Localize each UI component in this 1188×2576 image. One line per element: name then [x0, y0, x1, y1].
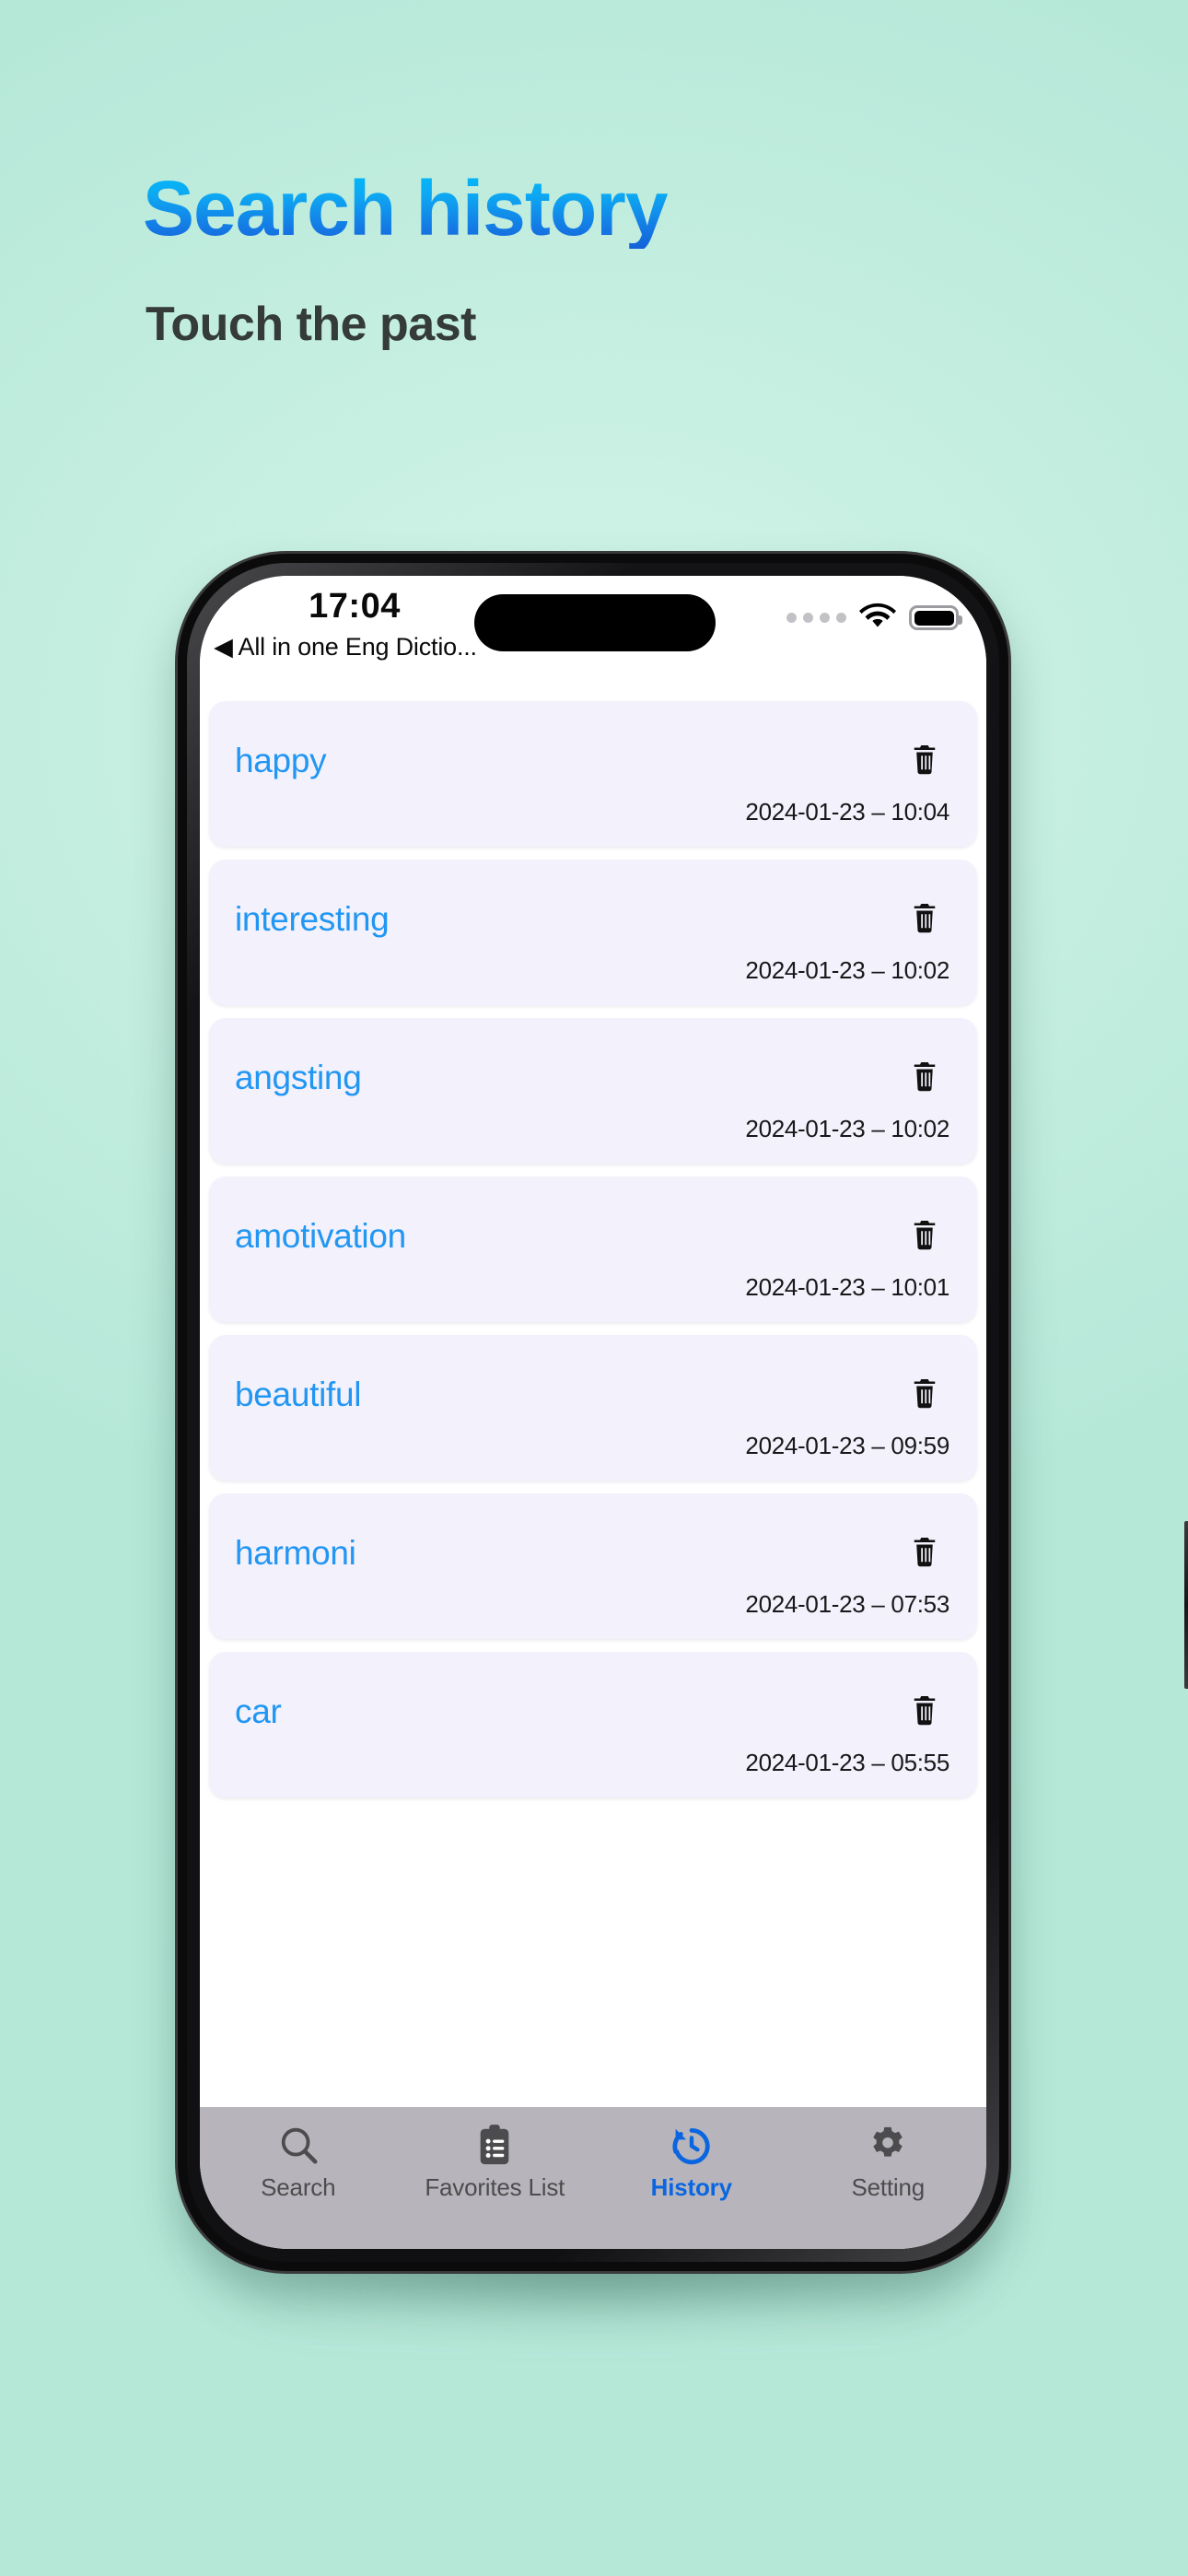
history-date: 2024-01-23 – 10:02 — [745, 1115, 949, 1142]
tab-favorites-list[interactable]: Favorites List — [397, 2124, 594, 2202]
dynamic-island — [474, 594, 716, 651]
trash-icon[interactable] — [909, 1692, 940, 1727]
wifi-icon — [859, 602, 896, 634]
page-subtitle: Touch the past — [146, 298, 476, 351]
trash-icon[interactable] — [909, 1534, 940, 1569]
history-date: 2024-01-23 – 10:01 — [745, 1273, 949, 1301]
history-date: 2024-01-23 – 10:02 — [745, 956, 949, 984]
history-list[interactable]: happy 2024-01-23 – 10:04 interesting 202… — [200, 697, 986, 2107]
power-button[interactable] — [1184, 1521, 1188, 1689]
signal-dots-icon — [786, 613, 846, 623]
history-word[interactable]: amotivation — [235, 1217, 406, 1256]
tab-search[interactable]: Search — [200, 2124, 397, 2202]
bottom-tab-bar: Search Favorites List History Setting — [200, 2107, 986, 2249]
phone-frame: 17:04 ◀ All in one Eng Dictio... happy 2… — [178, 554, 1188, 2271]
tab-history[interactable]: History — [593, 2124, 790, 2202]
trash-icon[interactable] — [909, 742, 940, 777]
history-item[interactable]: beautiful 2024-01-23 – 09:59 — [209, 1335, 977, 1481]
trash-icon[interactable] — [909, 1217, 940, 1252]
tab-setting[interactable]: Setting — [790, 2124, 987, 2202]
history-date: 2024-01-23 – 07:53 — [745, 1590, 949, 1618]
back-to-app-link[interactable]: ◀ All in one Eng Dictio... — [207, 633, 483, 662]
status-bar-indicators — [786, 602, 962, 634]
trash-icon[interactable] — [909, 1059, 940, 1094]
history-item[interactable]: amotivation 2024-01-23 – 10:01 — [209, 1177, 977, 1322]
history-word[interactable]: interesting — [235, 900, 390, 939]
tab-label: Search — [261, 2173, 336, 2201]
history-word[interactable]: happy — [235, 742, 327, 780]
history-item[interactable]: happy 2024-01-23 – 10:04 — [209, 701, 977, 847]
battery-full-icon — [909, 605, 962, 630]
history-item[interactable]: harmoni 2024-01-23 – 07:53 — [209, 1493, 977, 1639]
history-date: 2024-01-23 – 10:04 — [745, 798, 949, 825]
history-item[interactable]: car 2024-01-23 – 05:55 — [209, 1652, 977, 1797]
history-word[interactable]: car — [235, 1692, 282, 1731]
history-item[interactable]: angsting 2024-01-23 – 10:02 — [209, 1018, 977, 1164]
page-title: Search history — [143, 165, 669, 252]
trash-icon[interactable] — [909, 1376, 940, 1411]
history-date: 2024-01-23 – 05:55 — [745, 1749, 949, 1776]
history-word[interactable]: beautiful — [235, 1376, 362, 1414]
history-icon — [670, 2124, 714, 2166]
phone-screen: 17:04 ◀ All in one Eng Dictio... happy 2… — [200, 576, 986, 2249]
tab-label: Setting — [851, 2173, 926, 2201]
history-item[interactable]: interesting 2024-01-23 – 10:02 — [209, 860, 977, 1005]
tab-label: Favorites List — [425, 2173, 565, 2201]
status-bar-clock: 17:04 — [309, 587, 401, 626]
history-date: 2024-01-23 – 09:59 — [745, 1432, 949, 1459]
trash-icon[interactable] — [909, 900, 940, 935]
status-bar: 17:04 ◀ All in one Eng Dictio... — [200, 576, 986, 697]
tab-label: History — [650, 2173, 732, 2201]
gear-icon — [867, 2124, 909, 2166]
clipboard-icon — [475, 2124, 514, 2166]
history-word[interactable]: angsting — [235, 1059, 362, 1097]
history-word[interactable]: harmoni — [235, 1534, 356, 1573]
search-icon — [277, 2124, 320, 2166]
